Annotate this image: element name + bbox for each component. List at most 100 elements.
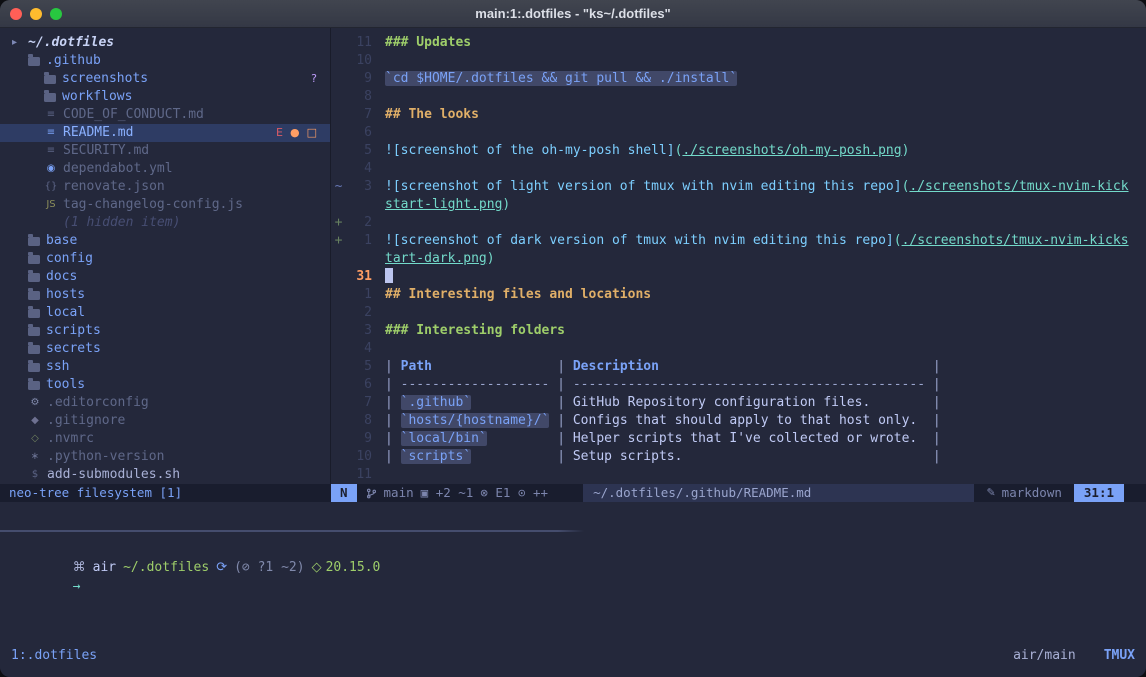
editor-line-7[interactable]: 7| `.github` | GitHub Repository configu… (331, 394, 1146, 412)
editor-line-3[interactable]: ~3![screenshot of light version of tmux … (331, 178, 1146, 196)
editor-line-2[interactable]: 2 (331, 304, 1146, 322)
line-number: 31 (346, 268, 372, 286)
text-segment-h2: ## Interesting files and locations (385, 287, 651, 302)
tree-item-readme-md[interactable]: ≡README.mdE●□ (0, 124, 330, 142)
tree-item-scripts[interactable]: scripts (0, 322, 330, 340)
close-button[interactable] (10, 8, 22, 20)
tree-item-screenshots[interactable]: screenshots? (0, 70, 330, 88)
item-badges: ? (311, 70, 330, 88)
gutter-sign (331, 196, 346, 214)
editor-line-8[interactable]: 8| `hosts/{hostname}/` | Configs that sh… (331, 412, 1146, 430)
folder-icon (28, 273, 40, 282)
line-text: start-light.png) (385, 196, 1146, 214)
editor-line-1[interactable]: 1## Interesting files and locations (331, 286, 1146, 304)
editor-line-5[interactable]: 5| Path | Description | (331, 358, 1146, 376)
window-controls (0, 8, 62, 20)
shell-pane[interactable]: ⌘air~/.dotfiles⟳(⊘ ?1 ~2)◇20.15.0 → (0, 532, 1146, 633)
editor-line-3[interactable]: 3### Interesting folders (331, 322, 1146, 340)
text-segment-pipe: | (432, 359, 573, 374)
text-segment-pipe: | (682, 449, 940, 464)
text-segment-urlu: ./screenshots/oh-my-posh.png (682, 143, 901, 158)
markdown-icon: ≡ (44, 142, 58, 160)
gutter-sign (331, 358, 346, 376)
text-segment-pipe: | (471, 395, 573, 410)
tree-item-nvmrc[interactable]: ◇.nvmrc (0, 430, 330, 448)
tree-item-label: base (46, 232, 77, 250)
editor-line-4[interactable]: 4 (331, 160, 1146, 178)
text-segment-pipe: | (917, 431, 940, 446)
tree-item-python-version[interactable]: ∗.python-version (0, 448, 330, 466)
editor-line-2[interactable]: +2 (331, 214, 1146, 232)
tree-item-gitignore[interactable]: ◆.gitignore (0, 412, 330, 430)
gutter-sign (331, 340, 346, 358)
tree-item-label: (1 hidden item) (63, 214, 180, 232)
text-segment-desc: Setup scripts. (573, 449, 683, 464)
editor-line-7[interactable]: 7## The looks (331, 106, 1146, 124)
zoom-button[interactable] (50, 8, 62, 20)
editor-line-10[interactable]: 10| `scripts` | Setup scripts. | (331, 448, 1146, 466)
tree-item-tools[interactable]: tools (0, 376, 330, 394)
line-text: ## The looks (385, 106, 1146, 124)
line-text (385, 160, 1146, 178)
tree-item-secrets[interactable]: secrets (0, 340, 330, 358)
editor-line-6[interactable]: 6 (331, 124, 1146, 142)
tree-item-github[interactable]: .github (0, 52, 330, 70)
gutter-sign (331, 142, 346, 160)
editor-line-8[interactable]: 8 (331, 88, 1146, 106)
editor-line-wrap[interactable]: tart-dark.png) (331, 250, 1146, 268)
editor-line-11[interactable]: 11 ### Updates (331, 34, 1146, 52)
tree-item-editorconfig[interactable]: ⚙.editorconfig (0, 394, 330, 412)
line-number: 10 (346, 52, 372, 70)
tree-item-dotfiles[interactable]: ▸~/.dotfiles (0, 34, 330, 52)
tree-item-label: .python-version (47, 448, 164, 466)
editor-line-6[interactable]: 6| ------------------- | ---------------… (331, 376, 1146, 394)
minimize-button[interactable] (30, 8, 42, 20)
tree-item-tag-changelog-config-js[interactable]: JStag-changelog-config.js (0, 196, 330, 214)
editor-line-9[interactable]: 9`cd $HOME/.dotfiles && git pull && ./in… (331, 70, 1146, 88)
tmux-window-tab[interactable]: 1:.dotfiles (11, 648, 97, 663)
gutter-sign (331, 322, 346, 340)
gutter-sign (331, 52, 346, 70)
tree-item-workflows[interactable]: workflows (0, 88, 330, 106)
line-text: tart-dark.png) (385, 250, 1146, 268)
neotree-list: ▸~/.dotfiles.githubscreenshots?workflows… (0, 34, 330, 484)
text-segment-h3: ### Updates (385, 35, 471, 50)
text-segment-code: `hosts/{hostname}/` (401, 413, 550, 428)
gutter-sign: + (331, 214, 346, 232)
tree-item-security-md[interactable]: ≡SECURITY.md (0, 142, 330, 160)
terminal-content: ▸~/.dotfiles.githubscreenshots?workflows… (0, 28, 1146, 677)
editor-line-wrap[interactable]: start-light.png) (331, 196, 1146, 214)
line-number: 9 (346, 430, 372, 448)
tmux-host-session: air/main (1013, 648, 1076, 663)
text-segment-pipe: | (385, 395, 401, 410)
editor-line-9[interactable]: 9| `local/bin` | Helper scripts that I'v… (331, 430, 1146, 448)
line-text (385, 304, 1146, 322)
editor-line-31[interactable]: 31 (331, 268, 1146, 286)
tree-item-code-of-conduct-md[interactable]: ≡CODE_OF_CONDUCT.md (0, 106, 330, 124)
tree-item-label: docs (46, 268, 77, 286)
tree-item-config[interactable]: config (0, 250, 330, 268)
editor-line-10[interactable]: 10 (331, 52, 1146, 70)
tree-item-local[interactable]: local (0, 304, 330, 322)
line-text (385, 52, 1146, 70)
tree-item-hosts[interactable]: hosts (0, 286, 330, 304)
gutter-sign (331, 124, 346, 142)
diagnostics-summary: ⊗ E1 ⊙ ++ (480, 484, 548, 502)
line-text: ![screenshot of the oh-my-posh shell](./… (385, 142, 1146, 160)
tree-item-1-hidden-item[interactable]: (1 hidden item) (0, 214, 330, 232)
tmux-status-bar: 1:.dotfiles air/main TMUX (0, 633, 1146, 677)
line-number: 11 (346, 34, 372, 52)
editor-line-11[interactable]: 11 (331, 466, 1146, 484)
tree-item-label: renovate.json (63, 178, 165, 196)
editor-line-4[interactable]: 4 (331, 340, 1146, 358)
tree-item-add-submodules-sh[interactable]: $add-submodules.sh (0, 466, 330, 484)
tree-item-ssh[interactable]: ssh (0, 358, 330, 376)
tree-item-renovate-json[interactable]: {}renovate.json (0, 178, 330, 196)
tree-item-label: add-submodules.sh (47, 466, 180, 484)
tree-item-docs[interactable]: docs (0, 268, 330, 286)
line-text: `cd $HOME/.dotfiles && git pull && ./ins… (385, 70, 1146, 88)
editor-line-5[interactable]: 5![screenshot of the oh-my-posh shell](.… (331, 142, 1146, 160)
tree-item-base[interactable]: base (0, 232, 330, 250)
tree-item-dependabot-yml[interactable]: ◉dependabot.yml (0, 160, 330, 178)
editor-line-1[interactable]: +1![screenshot of dark version of tmux w… (331, 232, 1146, 250)
